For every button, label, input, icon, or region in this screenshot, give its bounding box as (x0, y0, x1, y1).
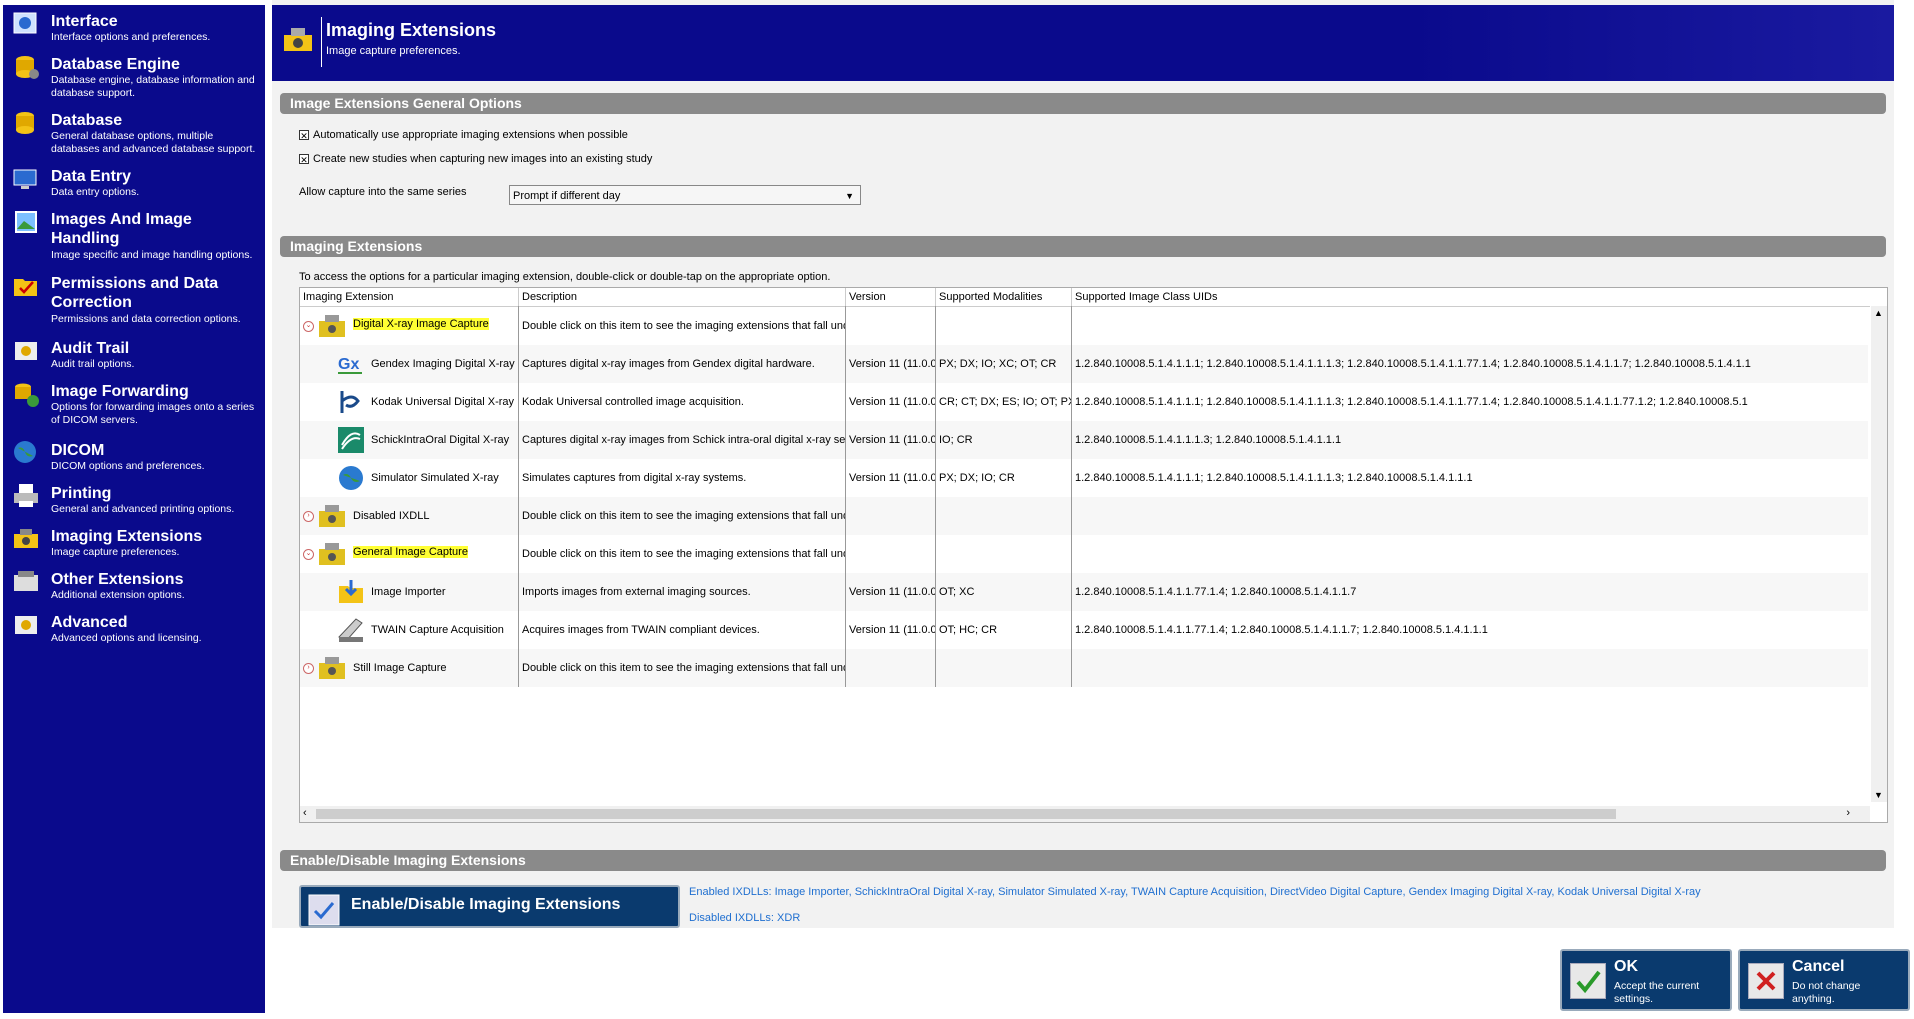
page-subtitle: Image capture preferences. (326, 45, 461, 57)
svg-text:Gx: Gx (338, 356, 359, 373)
table-row[interactable]: › Still Image Capture Double click on th… (300, 649, 1868, 687)
schick-logo-icon (338, 427, 364, 453)
col-header-version[interactable]: Version (845, 288, 935, 306)
image-capture-category-icon (319, 505, 345, 527)
table-row[interactable]: Gx Gendex Imaging Digital X-ray Captures… (300, 345, 1868, 383)
sidebar-item-interface[interactable]: Interface Interface options and preferen… (3, 5, 265, 47)
grid-horizontal-scrollbar[interactable]: ‹ › (300, 806, 1870, 822)
folder-import-icon (339, 580, 363, 603)
sidebar-item-database[interactable]: Database General database options, multi… (3, 104, 265, 160)
col-header-description[interactable]: Description (518, 288, 845, 306)
sidebar-item-database-engine[interactable]: Database Engine Database engine, databas… (3, 48, 265, 104)
sidebar-item-other-extensions[interactable]: Other Extensions Additional extension op… (3, 563, 265, 605)
scroll-down-icon[interactable]: ▼ (1874, 790, 1883, 800)
sidebar-item-printing[interactable]: Printing General and advanced printing o… (3, 477, 265, 519)
image-capture-category-icon (319, 315, 345, 337)
col-header-uids[interactable]: Supported Image Class UIDs (1071, 288, 1868, 306)
globe-icon (339, 466, 363, 490)
disabled-ixdlls-link[interactable]: Disabled IXDLLs: XDR (689, 912, 800, 924)
scrollbar-thumb[interactable] (316, 809, 1616, 819)
sidebar-item-advanced[interactable]: Advanced Advanced options and licensing. (3, 606, 265, 648)
general-options-section-title: Image Extensions General Options (280, 93, 1886, 114)
gendex-logo-icon: Gx (338, 356, 362, 374)
sidebar-item-permissions[interactable]: Permissions and Data Correction Permissi… (3, 267, 265, 329)
checkmark-icon (1570, 963, 1606, 999)
sidebar-item-data-entry[interactable]: Data Entry Data entry options. (3, 160, 265, 202)
table-row[interactable]: Kodak Universal Digital X-ray Kodak Univ… (300, 383, 1868, 421)
sidebar-item-imaging-extensions[interactable]: Imaging Extensions Image capture prefere… (3, 520, 265, 562)
image-forwarding-icon (15, 383, 39, 407)
column-divider (518, 306, 519, 687)
expand-icon[interactable]: › (303, 663, 314, 674)
auto-use-extensions-checkbox[interactable]: ✕ Automatically use appropriate imaging … (299, 129, 628, 141)
enable-disable-section-title: Enable/Disable Imaging Extensions (280, 850, 1886, 871)
grid-vertical-scrollbar[interactable]: ▲ ▼ (1871, 306, 1887, 802)
main-panel: Imaging Extensions Image capture prefere… (272, 0, 1894, 928)
ok-button[interactable]: OK Accept the current settings. (1560, 949, 1732, 1011)
scroll-up-icon[interactable]: ▲ (1874, 308, 1883, 318)
close-icon (1748, 963, 1784, 999)
imaging-extensions-icon (284, 28, 312, 51)
table-row[interactable]: SchickIntraOral Digital X-ray Captures d… (300, 421, 1868, 459)
sidebar-item-images[interactable]: Images And Image Handling Image specific… (3, 203, 265, 266)
table-row[interactable]: Image Importer Imports images from exter… (300, 573, 1868, 611)
grid-header: Imaging Extension Description Version Su… (300, 288, 1870, 307)
collapse-icon[interactable]: ⌄ (303, 549, 314, 560)
sidebar-item-image-forwarding[interactable]: Image Forwarding Options for forwarding … (3, 375, 265, 433)
scroll-left-icon[interactable]: ‹ (303, 807, 307, 819)
table-row[interactable]: ⌄ General Image Capture Double click on … (300, 535, 1868, 573)
other-extensions-icon (14, 571, 38, 591)
table-row[interactable]: TWAIN Capture Acquisition Acquires image… (300, 611, 1868, 649)
imaging-extensions-icon (14, 529, 38, 548)
page-header: Imaging Extensions Image capture prefere… (272, 5, 1894, 81)
table-row[interactable]: › Disabled IXDLL Double click on this it… (300, 497, 1868, 535)
series-label: Allow capture into the same series (299, 186, 467, 198)
globe-icon (14, 441, 36, 463)
column-divider (935, 306, 936, 687)
scanner-icon (338, 618, 363, 642)
checkbox-checked-icon[interactable]: ✕ (299, 154, 309, 165)
checklist-icon (308, 894, 340, 926)
series-select[interactable]: Prompt if different day ▼ (509, 185, 861, 205)
collapse-icon[interactable]: ⌄ (303, 321, 314, 332)
table-row[interactable]: Simulator Simulated X-ray Simulates capt… (300, 459, 1868, 497)
advanced-icon (15, 616, 37, 634)
checkbox-checked-icon[interactable]: ✕ (299, 130, 309, 141)
enable-disable-button[interactable]: Enable/Disable Imaging Extensions (299, 885, 680, 928)
audit-trail-icon (15, 342, 37, 360)
extensions-note: To access the options for a particular i… (299, 271, 831, 283)
sidebar-item-audit-trail[interactable]: Audit Trail Audit trail options. (3, 332, 265, 374)
sidebar-item-dicom[interactable]: DICOM DICOM options and preferences. (3, 434, 265, 476)
chevron-down-icon: ▼ (845, 191, 854, 201)
monitor-icon (13, 169, 37, 189)
folder-check-icon (14, 279, 37, 296)
header-divider (321, 17, 322, 67)
col-header-modalities[interactable]: Supported Modalities (935, 288, 1071, 306)
page-title: Imaging Extensions (326, 20, 497, 40)
scroll-right-icon[interactable]: › (1846, 807, 1850, 819)
create-new-studies-checkbox[interactable]: ✕ Create new studies when capturing new … (299, 153, 652, 165)
imaging-extensions-section-title: Imaging Extensions (280, 236, 1886, 257)
table-row[interactable]: ⌄ Digital X-ray Image Capture Double cli… (300, 307, 1868, 345)
column-divider (1071, 306, 1072, 687)
expand-icon[interactable]: › (303, 511, 314, 522)
extensions-grid[interactable]: Imaging Extension Description Version Su… (299, 287, 1888, 823)
col-header-extension[interactable]: Imaging Extension (300, 288, 518, 306)
column-divider (845, 306, 846, 687)
image-capture-category-icon (319, 543, 345, 565)
database-icon (16, 112, 34, 134)
kodak-logo-icon (340, 391, 360, 413)
sidebar: Interface Interface options and preferen… (3, 5, 265, 1013)
cancel-button[interactable]: Cancel Do not change anything. (1738, 949, 1910, 1011)
enabled-ixdlls-link[interactable]: Enabled IXDLLs: Image Importer, SchickIn… (689, 886, 1701, 898)
image-icon (15, 211, 37, 233)
interface-icon (13, 12, 37, 34)
image-capture-category-icon (319, 657, 345, 679)
printer-icon (14, 484, 38, 507)
database-engine-icon (16, 56, 39, 79)
page-vertical-scrollbar[interactable] (1890, 82, 1894, 928)
